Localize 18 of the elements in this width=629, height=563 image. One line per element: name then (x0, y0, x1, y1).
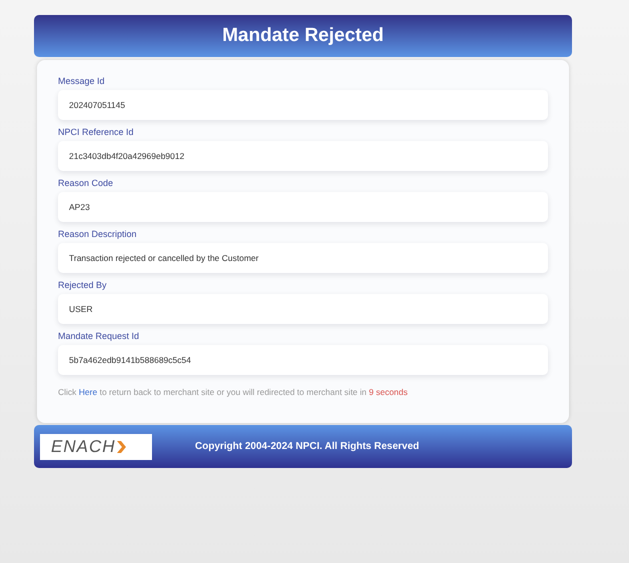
here-link[interactable]: Here (78, 387, 98, 397)
readonly-field: 202407051145 (58, 90, 548, 120)
redirect-message: Click Here to return back to merchant site or you will redirected to merchant site in 9 seconds (58, 387, 409, 397)
page-title: Mandate Rejected (222, 25, 384, 47)
field-label: NPCI Reference Id (58, 127, 135, 137)
readonly-field: 5b7a462edb9141b588689c5c54 (58, 345, 548, 375)
field-label: Reason Description (58, 229, 138, 239)
field-label: Reason Code (58, 178, 114, 188)
readonly-field: USER (58, 294, 548, 324)
arrow-icon (116, 440, 126, 452)
readonly-field: 21c3403db4f20a42969eb9012 (58, 141, 548, 171)
field-label: Rejected By (58, 280, 108, 290)
logo-text: ENACH (51, 436, 116, 456)
copyright-text: Copyright 2004-2024 NPCI. All Rights Reserved (195, 441, 420, 452)
field-label: Message Id (58, 76, 106, 86)
field-label: Mandate Request Id (58, 331, 140, 341)
readonly-field: Transaction rejected or cancelled by the Customer (58, 243, 548, 273)
readonly-field: AP23 (58, 192, 548, 222)
